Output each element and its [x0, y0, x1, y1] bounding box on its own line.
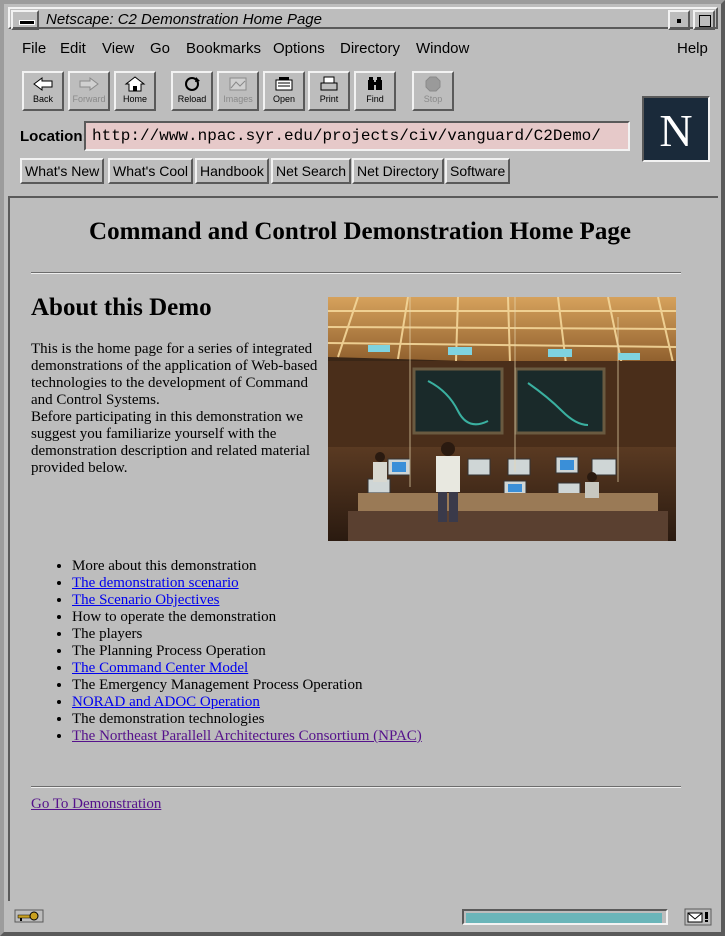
- list-item[interactable]: NORAD and ADOC Operation: [72, 694, 422, 711]
- status-bar: [8, 904, 718, 930]
- stop-label: Stop: [423, 94, 443, 104]
- menu-edit[interactable]: Edit: [60, 40, 86, 57]
- security-key-icon[interactable]: [14, 909, 44, 923]
- list-item[interactable]: The Scenario Objectives: [72, 592, 422, 609]
- open-label: Open: [272, 94, 296, 104]
- intro-text: This is the home page for a series of in…: [31, 341, 331, 477]
- back-label: Back: [32, 94, 53, 104]
- progress-fill: [466, 913, 662, 923]
- about-heading: About this Demo: [31, 294, 212, 321]
- list-item: How to operate the demonstration: [72, 609, 422, 626]
- control-room-photo: [328, 297, 676, 541]
- minimize-button[interactable]: [668, 10, 690, 30]
- print-icon: [320, 76, 338, 91]
- page-title: Command and Control Demonstration Home P…: [89, 218, 631, 245]
- reload-icon: [185, 77, 200, 91]
- list-item: The Emergency Management Process Operati…: [72, 677, 422, 694]
- handbook-button[interactable]: Handbook: [195, 158, 269, 184]
- list-item-text: The Planning Process Operation: [72, 643, 266, 659]
- list-item: The Planning Process Operation: [72, 643, 422, 660]
- images-button[interactable]: Images: [217, 71, 259, 111]
- menu-window[interactable]: Window: [416, 40, 469, 57]
- images-label: Images: [223, 94, 253, 104]
- print-button[interactable]: Print: [308, 71, 350, 111]
- find-button[interactable]: Find: [354, 71, 396, 111]
- menu-go[interactable]: Go: [150, 40, 170, 57]
- forward-label: Forward: [72, 94, 106, 104]
- menu-file[interactable]: File: [22, 40, 46, 57]
- title-bar[interactable]: Netscape: C2 Demonstration Home Page: [8, 7, 718, 30]
- home-button[interactable]: Home: [114, 71, 156, 111]
- back-arrow-icon: [33, 77, 53, 91]
- forward-arrow-icon: [79, 77, 99, 91]
- reload-label: Reload: [177, 94, 207, 104]
- list-item[interactable]: The demonstration scenario: [72, 575, 422, 592]
- window-title: Netscape: C2 Demonstration Home Page: [46, 11, 322, 28]
- toolbar: Back Forward Home Reload Images Open Pri…: [8, 64, 718, 194]
- list-item-text: How to operate the demonstration: [72, 609, 277, 625]
- topic-list: More about this demonstration The demons…: [50, 558, 422, 745]
- home-label: Home: [122, 94, 147, 104]
- menu-bar: File Edit View Go Bookmarks Options Dire…: [8, 34, 718, 62]
- command-center-model-link[interactable]: The Command Center Model: [72, 660, 248, 676]
- divider: [31, 272, 681, 274]
- menu-help[interactable]: Help: [677, 40, 708, 57]
- list-item-text: The demonstration technologies: [72, 711, 265, 727]
- scenario-objectives-link[interactable]: The Scenario Objectives: [72, 592, 219, 608]
- go-to-demonstration-link[interactable]: Go To Demonstration: [31, 796, 161, 813]
- forward-button[interactable]: Forward: [68, 71, 110, 111]
- menu-directory[interactable]: Directory: [340, 40, 400, 57]
- progress-bar: [462, 909, 668, 925]
- list-item: The players: [72, 626, 422, 643]
- demonstration-scenario-link[interactable]: The demonstration scenario: [72, 575, 239, 591]
- back-button[interactable]: Back: [22, 71, 64, 111]
- whats-cool-button[interactable]: What's Cool: [108, 158, 194, 184]
- find-label: Find: [366, 94, 384, 104]
- norad-adoc-link[interactable]: NORAD and ADOC Operation: [72, 694, 260, 710]
- open-icon: [275, 77, 293, 91]
- window-menu-button[interactable]: [11, 10, 39, 30]
- find-icon: [368, 77, 382, 90]
- location-input[interactable]: http://www.npac.syr.edu/projects/civ/van…: [84, 121, 630, 151]
- intro-paragraph: Before participating in this demonstrati…: [31, 409, 311, 476]
- list-item[interactable]: The Northeast Parallell Architectures Co…: [72, 728, 422, 745]
- list-item-text: More about this demonstration: [72, 558, 257, 574]
- maximize-icon: [699, 15, 711, 27]
- mail-icon[interactable]: [684, 908, 712, 926]
- software-button[interactable]: Software: [445, 158, 511, 184]
- list-item-text: The Emergency Management Process Operati…: [72, 677, 363, 693]
- net-search-button[interactable]: Net Search: [271, 158, 352, 184]
- list-item-text: The players: [72, 626, 143, 642]
- list-item: More about this demonstration: [72, 558, 422, 575]
- menu-view[interactable]: View: [102, 40, 134, 57]
- divider: [31, 786, 681, 788]
- stop-icon: [425, 76, 441, 92]
- whats-new-button[interactable]: What's New: [20, 158, 105, 184]
- intro-paragraph: This is the home page for a series of in…: [31, 341, 318, 408]
- print-label: Print: [319, 94, 339, 104]
- stop-button[interactable]: Stop: [412, 71, 454, 111]
- window-menu-icon: [19, 20, 35, 25]
- logo-letter: N: [659, 105, 693, 156]
- location-label: Location:: [20, 128, 88, 145]
- menu-bookmarks[interactable]: Bookmarks: [186, 40, 261, 57]
- reload-button[interactable]: Reload: [171, 71, 213, 111]
- menu-options[interactable]: Options: [273, 40, 325, 57]
- home-icon: [124, 76, 146, 92]
- maximize-button[interactable]: [693, 10, 715, 30]
- list-item: The demonstration technologies: [72, 711, 422, 728]
- list-item[interactable]: The Command Center Model: [72, 660, 422, 677]
- images-icon: [229, 77, 247, 91]
- page-content[interactable]: Command and Control Demonstration Home P…: [8, 196, 718, 901]
- minimize-icon: [677, 19, 681, 23]
- netscape-logo[interactable]: N: [642, 96, 710, 162]
- npac-link[interactable]: The Northeast Parallell Architectures Co…: [72, 728, 422, 744]
- open-button[interactable]: Open: [263, 71, 305, 111]
- net-directory-button[interactable]: Net Directory: [352, 158, 444, 184]
